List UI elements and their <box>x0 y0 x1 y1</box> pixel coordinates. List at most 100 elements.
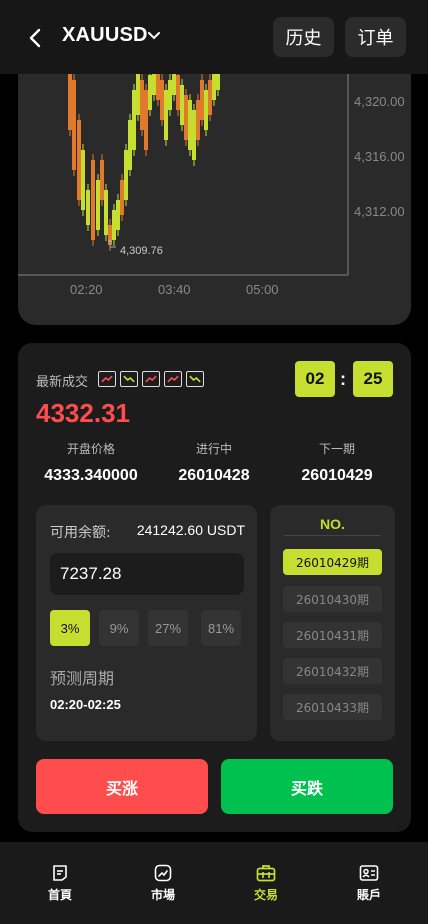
latest-trade-label: 最新成交 <box>36 375 89 390</box>
forecast-period-label: 预测周期 <box>50 669 115 688</box>
in-progress-value: 26010428 <box>178 467 250 484</box>
time-tick: 03:40 <box>158 282 191 297</box>
low-marker-label: 4,309.76 <box>120 245 163 257</box>
period-list: NO. 26010429期 26010430期 26010431期 260104… <box>270 505 395 741</box>
next-period-value: 26010429 <box>301 467 373 484</box>
candle-body <box>208 80 212 115</box>
open-price-value: 4333.340000 <box>44 467 138 484</box>
trend-down-icon <box>186 371 204 387</box>
candle-body <box>188 100 192 150</box>
latest-price: 4332.31 <box>36 398 130 428</box>
buy-up-button[interactable]: 买涨 <box>36 759 208 814</box>
time-tick: 02:20 <box>70 282 103 297</box>
low-marker: 4,309.76 <box>107 239 163 257</box>
candle-body <box>124 150 128 200</box>
candle-body <box>77 120 81 200</box>
candle-body <box>156 70 160 100</box>
candle-body <box>96 180 100 230</box>
period-item[interactable]: 26010429期 <box>283 549 382 575</box>
candle-body <box>68 70 72 130</box>
period-item[interactable]: 26010430期 <box>283 586 382 612</box>
candle-body <box>72 80 76 170</box>
history-button[interactable]: 历史 <box>273 17 334 57</box>
amount-input[interactable] <box>50 553 244 595</box>
in-progress-label: 进行中 <box>195 442 232 456</box>
period-list-title: NO. <box>320 516 345 532</box>
trade-icon <box>256 865 276 882</box>
candle-body <box>91 160 95 240</box>
candle-body <box>104 190 108 235</box>
in-progress-block: 进行中 26010428 <box>149 440 279 485</box>
candle-body <box>192 110 196 160</box>
candle-body <box>204 90 208 130</box>
candle-body <box>184 95 188 140</box>
chevron-down-icon[interactable] <box>146 28 162 44</box>
period-item[interactable]: 26010432期 <box>283 658 382 684</box>
candle-body <box>148 75 152 110</box>
recent-trend-icons <box>98 371 204 387</box>
balance-value: 241242.60 USDT <box>136 522 245 538</box>
trend-up-icon <box>164 371 182 387</box>
candle-body <box>81 150 85 210</box>
account-icon <box>359 865 379 881</box>
candle-body <box>112 210 116 240</box>
candle-body <box>176 75 180 110</box>
bottom-nav: 首頁 市場 交易 賬戶 <box>0 842 428 924</box>
percent-button-9[interactable]: 9% <box>99 610 139 646</box>
trend-down-icon <box>120 371 138 387</box>
nav-home[interactable]: 首頁 <box>20 864 100 903</box>
nav-market[interactable]: 市場 <box>123 864 203 903</box>
percent-button-3[interactable]: 3% <box>50 610 90 646</box>
candle-body <box>140 80 144 130</box>
order-form: 可用余额: 241242.60 USDT 3% 9% 27% 81% 预测周期 … <box>36 505 257 741</box>
candle-body <box>212 70 216 100</box>
nav-account[interactable]: 賬戶 <box>329 864 409 903</box>
period-item[interactable]: 26010433期 <box>283 694 382 720</box>
balance-label: 可用余额: <box>50 525 111 541</box>
candle-body <box>132 90 136 150</box>
period-item[interactable]: 26010431期 <box>283 622 382 648</box>
price-tick: 4,320.00 <box>354 94 405 109</box>
candle-body <box>164 90 168 140</box>
nav-trade-label: 交易 <box>253 888 278 902</box>
next-period-label: 下一期 <box>318 442 355 456</box>
trade-panel: 最新成交 4332.31 02 : 25 开盘价格 4333.340000 进行… <box>18 343 411 832</box>
percent-button-81[interactable]: 81% <box>201 610 241 646</box>
candle-body <box>200 80 204 120</box>
countdown-minutes: 02 <box>295 361 335 397</box>
symbol-title[interactable]: XAUUSD <box>62 24 148 47</box>
countdown-seconds: 25 <box>353 361 393 397</box>
time-tick: 05:00 <box>246 282 279 297</box>
forecast-period-value: 02:20-02:25 <box>50 697 121 712</box>
candle-body <box>196 100 200 140</box>
candlestick-chart[interactable]: 4,309.76 4,320.00 4,316.00 4,312.00 02:2… <box>18 40 411 325</box>
candle-body <box>100 160 104 200</box>
candle-body <box>144 90 148 150</box>
nav-market-label: 市場 <box>150 888 175 902</box>
nav-trade[interactable]: 交易 <box>226 864 306 903</box>
candle-body <box>128 120 132 170</box>
percent-button-27[interactable]: 27% <box>148 610 188 646</box>
open-price-label: 开盘价格 <box>66 442 115 456</box>
candle-body <box>160 80 164 120</box>
back-icon[interactable] <box>24 26 48 50</box>
price-tick: 4,312.00 <box>354 204 405 219</box>
countdown-colon: : <box>340 369 346 389</box>
top-bar: XAUUSD 历史 订单 <box>0 0 428 74</box>
nav-account-label: 賬戶 <box>356 888 381 902</box>
candle-body <box>116 200 120 230</box>
trend-up-icon <box>98 371 116 387</box>
chart-canvas: 4,309.76 4,320.00 4,316.00 4,312.00 02:2… <box>18 40 405 297</box>
nav-home-label: 首頁 <box>47 888 72 902</box>
price-tick: 4,316.00 <box>354 149 405 164</box>
buy-down-button[interactable]: 买跌 <box>221 759 393 814</box>
next-period-block: 下一期 26010429 <box>272 440 402 485</box>
candle-body <box>136 70 140 115</box>
orders-button[interactable]: 订单 <box>345 17 406 57</box>
home-icon <box>53 865 67 881</box>
candle-body <box>168 80 172 110</box>
candle-body <box>120 180 124 215</box>
market-icon <box>154 864 172 882</box>
trend-up-icon <box>142 371 160 387</box>
open-price-block: 开盘价格 4333.340000 <box>26 440 156 485</box>
